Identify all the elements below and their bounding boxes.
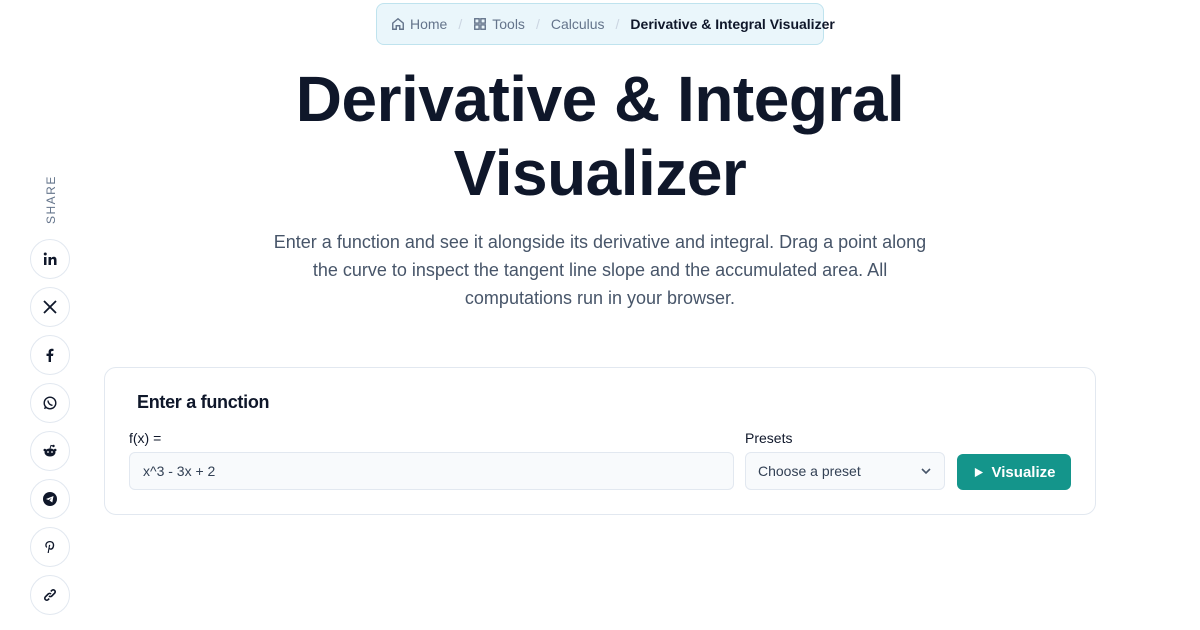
share-reddit-button[interactable] bbox=[30, 431, 70, 471]
whatsapp-icon bbox=[43, 396, 57, 410]
page-description: Enter a function and see it alongside it… bbox=[273, 232, 927, 308]
presets-label: Presets bbox=[745, 430, 793, 446]
breadcrumb-current: Derivative & Integral Visualizer bbox=[630, 16, 835, 32]
visualize-button-label: Visualize bbox=[991, 463, 1056, 481]
presets-selected-value: Choose a preset bbox=[758, 463, 861, 479]
breadcrumb-separator: / bbox=[615, 16, 620, 32]
share-telegram-button[interactable] bbox=[30, 479, 70, 519]
x-icon bbox=[43, 300, 57, 314]
share-label: SHARE bbox=[44, 175, 58, 224]
chevron-down-icon bbox=[921, 468, 931, 475]
link-icon bbox=[44, 589, 56, 601]
function-input[interactable] bbox=[129, 452, 734, 490]
breadcrumb-calculus[interactable]: Calculus bbox=[551, 16, 605, 32]
share-x-button[interactable] bbox=[30, 287, 70, 327]
breadcrumb-separator: / bbox=[535, 16, 540, 32]
page-title-line1: Derivative & Integral bbox=[295, 63, 905, 135]
home-icon bbox=[392, 17, 404, 30]
function-label: f(x) = bbox=[129, 430, 162, 446]
presets-select[interactable]: Choose a preset bbox=[745, 452, 945, 490]
facebook-icon bbox=[46, 348, 54, 362]
breadcrumb-home-label: Home bbox=[410, 16, 448, 32]
share-pinterest-button[interactable] bbox=[30, 527, 70, 567]
share-copy-link-button[interactable] bbox=[30, 575, 70, 615]
visualize-button[interactable]: Visualize bbox=[957, 454, 1071, 490]
grid-icon bbox=[474, 18, 487, 30]
share-whatsapp-button[interactable] bbox=[30, 383, 70, 423]
breadcrumb-calculus-label: Calculus bbox=[550, 16, 605, 32]
breadcrumb: Home / Tools / Calculus / Derivative & I… bbox=[376, 3, 835, 45]
reddit-icon bbox=[43, 444, 57, 457]
breadcrumb-separator: / bbox=[458, 16, 463, 32]
breadcrumb-home[interactable]: Home bbox=[391, 16, 447, 32]
page-title-line2: Visualizer bbox=[453, 137, 747, 209]
linkedin-icon bbox=[43, 252, 57, 265]
card-title: Enter a function bbox=[137, 392, 270, 412]
share-facebook-button[interactable] bbox=[30, 335, 70, 375]
breadcrumb-tools-label: Tools bbox=[492, 16, 525, 32]
telegram-icon bbox=[43, 492, 57, 506]
breadcrumb-tools[interactable]: Tools bbox=[473, 16, 525, 32]
share-linkedin-button[interactable] bbox=[30, 239, 70, 279]
function-input-card: Enter a function f(x) = Presets Choose a… bbox=[104, 367, 1096, 515]
pinterest-icon bbox=[45, 541, 55, 553]
page-title: Derivative & Integral Visualizer bbox=[200, 62, 1000, 210]
play-icon bbox=[974, 467, 983, 477]
